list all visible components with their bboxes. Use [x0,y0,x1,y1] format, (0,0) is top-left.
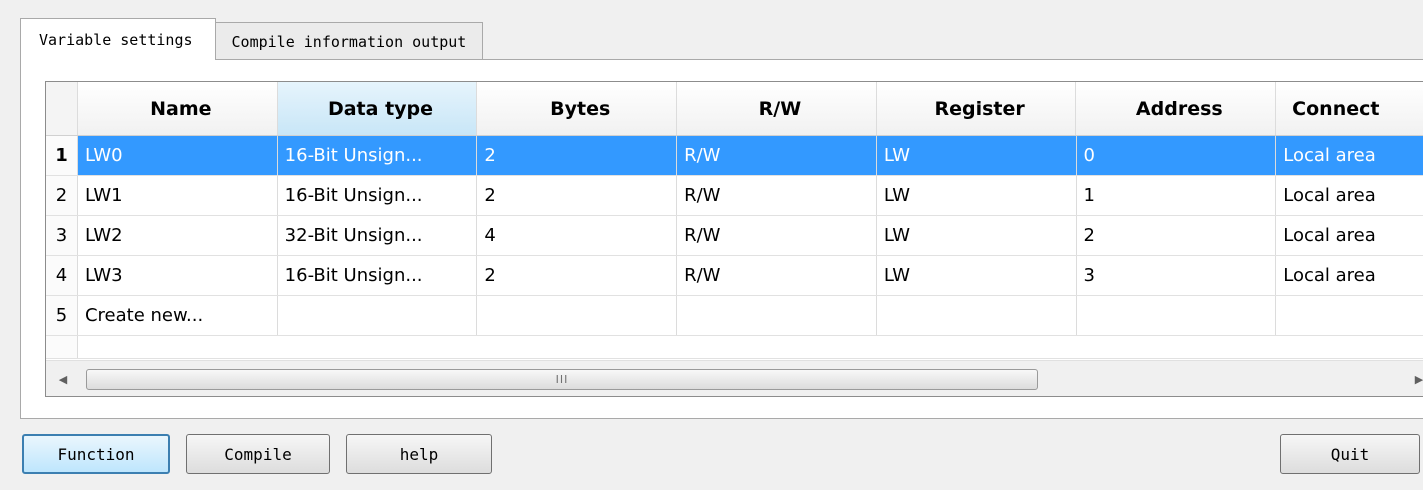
empty-cell[interactable] [278,296,478,335]
column-header-bytes[interactable]: Bytes [477,82,678,135]
cell-name[interactable]: LW3 [78,256,278,295]
triangle-right-icon: ▶ [1414,372,1423,386]
cell-register[interactable]: LW [877,176,1077,215]
table-row[interactable]: 3 LW2 32-Bit Unsign... 4 R/W LW 2 Local … [46,216,1423,256]
cell-name[interactable]: LW0 [77,136,278,175]
row-number-gutter [46,336,78,358]
help-button[interactable]: help [346,434,492,474]
cell-bytes[interactable]: 2 [477,176,678,215]
function-button[interactable]: Function [22,434,170,474]
scroll-right-button[interactable]: ▶ [1402,361,1423,396]
column-header-rw[interactable]: R/W [677,82,877,135]
row-number-header[interactable] [46,82,78,135]
scroll-left-button[interactable]: ◀ [46,361,80,396]
cell-connect[interactable]: Local area [1276,136,1423,175]
compile-button[interactable]: Compile [186,434,330,474]
cell-bytes[interactable]: 4 [477,216,678,255]
column-header-data-type[interactable]: Data type [277,82,478,135]
cell-address[interactable]: 0 [1076,136,1277,175]
cell-address[interactable]: 2 [1077,216,1277,255]
cell-data-type[interactable]: 16-Bit Unsign... [278,256,478,295]
tab-panel: Name Data type Bytes R/W Register Addres… [20,59,1423,419]
column-header-name[interactable]: Name [77,82,278,135]
empty-cell[interactable] [1077,296,1277,335]
cell-register[interactable]: LW [876,136,1077,175]
table-row[interactable]: 2 LW1 16-Bit Unsign... 2 R/W LW 1 Local … [46,176,1423,216]
column-header-address[interactable]: Address [1076,82,1277,135]
grid-empty-area [46,336,1423,359]
column-header-connect[interactable]: Connect [1276,82,1423,135]
row-number[interactable]: 2 [46,176,78,215]
cell-register[interactable]: LW [877,256,1077,295]
scrollbar-thumb[interactable]: III [86,369,1038,390]
cell-rw[interactable]: R/W [677,136,877,175]
triangle-left-icon: ◀ [58,372,68,386]
cell-address[interactable]: 3 [1077,256,1277,295]
column-header-register[interactable]: Register [876,82,1077,135]
cell-name[interactable]: LW1 [78,176,278,215]
create-new-cell[interactable]: Create new... [78,296,278,335]
row-number[interactable]: 3 [46,216,78,255]
cell-rw[interactable]: R/W [677,216,877,255]
cell-data-type[interactable]: 16-Bit Unsign... [277,136,478,175]
grid-header: Name Data type Bytes R/W Register Addres… [46,82,1423,136]
empty-cell[interactable] [477,296,678,335]
quit-button[interactable]: Quit [1280,434,1420,474]
grip-icon: III [555,373,569,386]
cell-bytes[interactable]: 2 [477,256,678,295]
cell-data-type[interactable]: 16-Bit Unsign... [278,176,478,215]
row-number[interactable]: 1 [46,136,78,175]
table-row[interactable]: 4 LW3 16-Bit Unsign... 2 R/W LW 3 Local … [46,256,1423,296]
create-new-row[interactable]: 5 Create new... [46,296,1423,336]
cell-connect[interactable]: Local area [1276,216,1423,255]
table-row[interactable]: 1 LW0 16-Bit Unsign... 2 R/W LW 0 Local … [46,136,1423,176]
tab-compile-information-output[interactable]: Compile information output [214,22,484,60]
empty-cell[interactable] [677,296,877,335]
cell-name[interactable]: LW2 [78,216,278,255]
tab-variable-settings[interactable]: Variable settings [20,18,216,60]
cell-bytes[interactable]: 2 [477,136,678,175]
row-number[interactable]: 5 [46,296,78,335]
variable-grid: Name Data type Bytes R/W Register Addres… [45,81,1423,397]
cell-connect[interactable]: Local area [1276,256,1423,295]
empty-cell[interactable] [1276,296,1423,335]
horizontal-scrollbar[interactable]: ◀ III ▶ [46,360,1423,396]
tab-strip: Variable settings Compile information ou… [20,18,484,60]
cell-register[interactable]: LW [877,216,1077,255]
cell-address[interactable]: 1 [1077,176,1277,215]
cell-rw[interactable]: R/W [677,256,877,295]
row-number[interactable]: 4 [46,256,78,295]
cell-data-type[interactable]: 32-Bit Unsign... [278,216,478,255]
cell-rw[interactable]: R/W [677,176,877,215]
empty-cell[interactable] [877,296,1077,335]
cell-connect[interactable]: Local area [1276,176,1423,215]
